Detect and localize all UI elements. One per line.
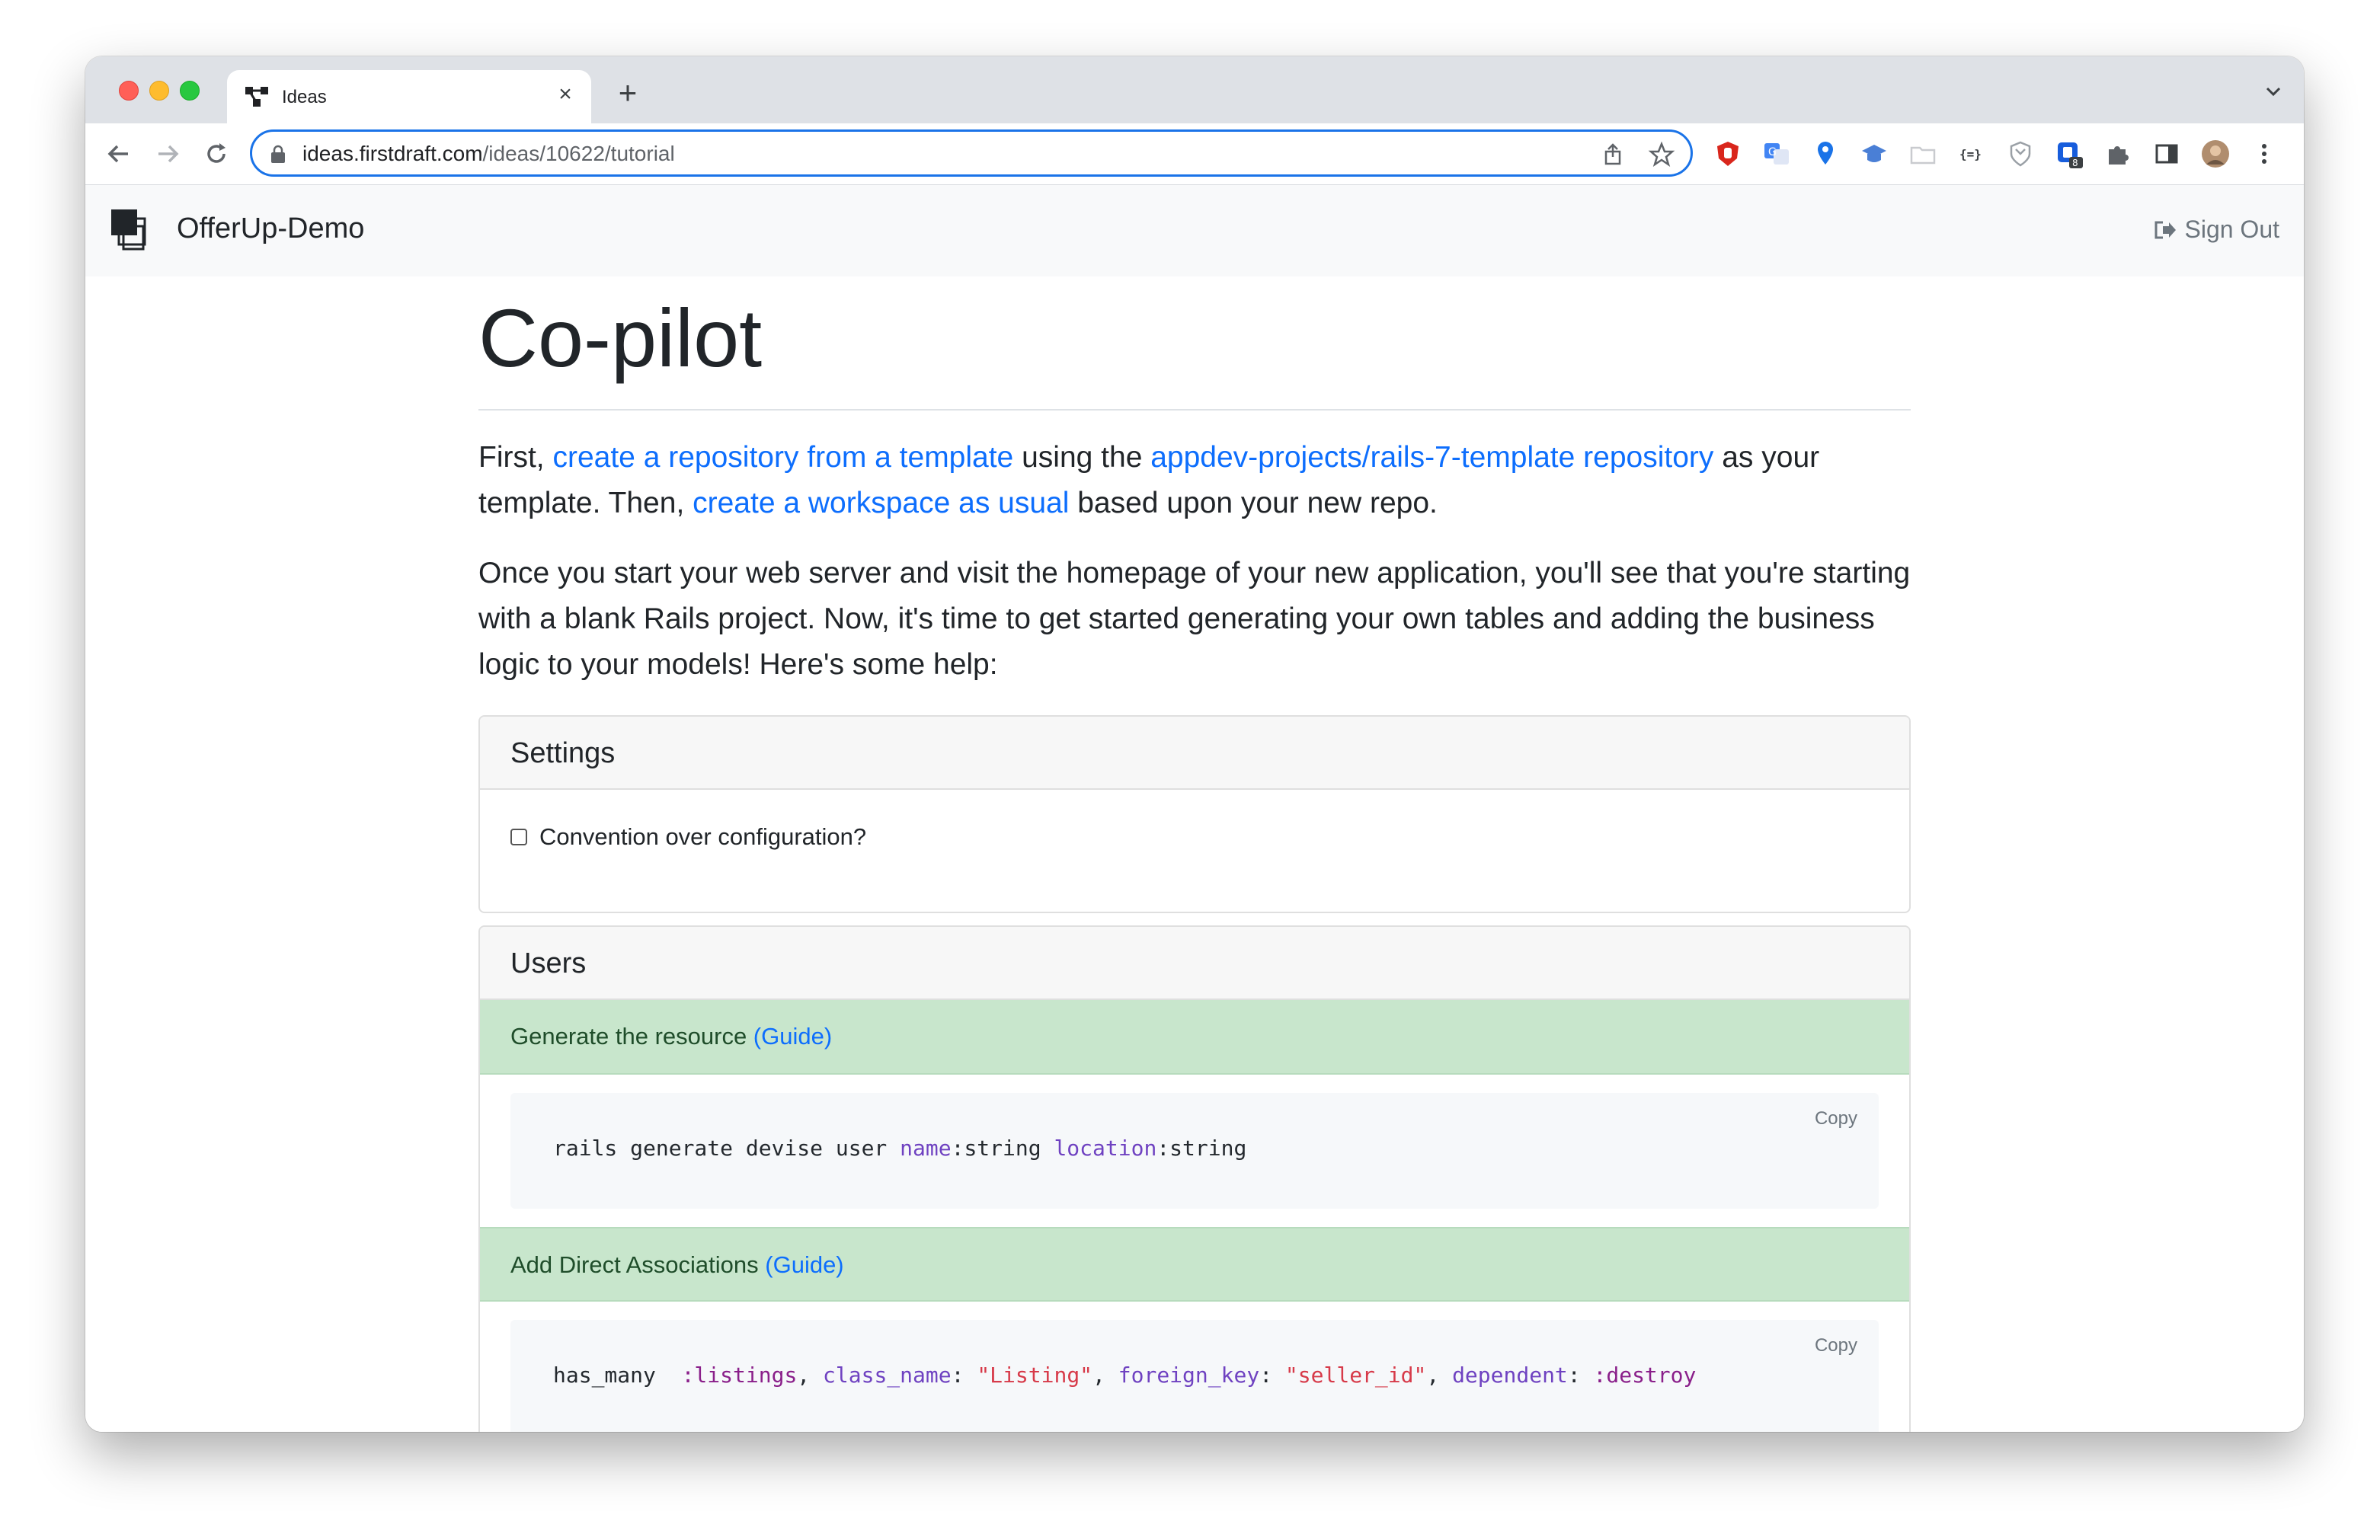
direct-associations-step: Add Direct Associations (Guide) (480, 1227, 1909, 1302)
firstdraft-logo-icon[interactable] (111, 209, 146, 254)
extension-graduation-cap-icon[interactable] (1859, 139, 1889, 169)
new-tab-button[interactable]: + (611, 77, 645, 111)
sign-out-icon (2154, 221, 2177, 239)
extension-json-braces-icon[interactable]: {=} (1956, 139, 1987, 169)
extension-location-pin-icon[interactable] (1810, 139, 1841, 169)
direct-associations-guide-link[interactable]: (Guide) (765, 1251, 843, 1278)
extension-badge: 8 (2072, 158, 2078, 168)
settings-card: Settings Convention over configuration? (478, 715, 1911, 913)
tab-close-icon[interactable]: × (552, 81, 579, 108)
tab-strip: Ideas × + (85, 56, 2304, 123)
associations-code: Copy has_many :listings, class_name: "Li… (510, 1320, 1879, 1432)
extension-shield-icon[interactable] (2005, 139, 2036, 169)
reload-button[interactable] (200, 137, 233, 171)
generate-command-code: Copy rails generate devise user name:str… (510, 1093, 1879, 1209)
convention-checkbox-label: Convention over configuration? (539, 823, 867, 850)
close-window-button[interactable] (119, 81, 139, 101)
extension-ublock-icon[interactable] (1713, 139, 1743, 169)
bookmark-star-icon[interactable] (1648, 141, 1675, 168)
tab-ideas[interactable]: Ideas × (227, 70, 591, 123)
copy-button[interactable]: Copy (1815, 1108, 1857, 1129)
extensions-puzzle-icon[interactable] (2103, 139, 2133, 169)
browser-toolbar: ideas.firstdraft.com/ideas/10622/tutoria… (85, 123, 2304, 185)
browser-menu-icon[interactable] (2249, 139, 2279, 169)
lock-icon[interactable] (269, 144, 287, 164)
page-title: Co-pilot (478, 276, 1911, 411)
convention-checkbox-row[interactable]: Convention over configuration? (510, 823, 866, 851)
web-page: OfferUp-Demo Sign Out Co-pilot First, cr… (85, 185, 2304, 1432)
forward-button[interactable] (151, 137, 184, 171)
minimize-window-button[interactable] (149, 81, 169, 101)
reload-icon (207, 143, 226, 163)
arrow-left-icon (107, 145, 128, 163)
ideas-favicon-icon (245, 87, 268, 107)
users-card: Users Generate the resource (Guide) Copy… (478, 925, 1911, 1432)
intro-paragraph: First, create a repository from a templa… (478, 441, 1820, 519)
generate-resource-guide-link[interactable]: (Guide) (753, 1023, 832, 1050)
extension-bitwarden-icon[interactable]: 8 (2054, 139, 2084, 169)
extension-folder-icon[interactable] (1908, 139, 1938, 169)
svg-text:{=}: {=} (1959, 147, 1982, 161)
tab-title: Ideas (282, 87, 327, 107)
url-text[interactable]: ideas.firstdraft.com/ideas/10622/tutoria… (302, 142, 675, 166)
generate-resource-step: Generate the resource (Guide) (480, 1000, 1909, 1075)
sign-out-link[interactable]: Sign Out (2154, 216, 2279, 244)
browser-window: Ideas × + ideas.firstdraft.com/ideas/106… (85, 56, 2304, 1432)
extension-translate-icon[interactable]: G (1761, 139, 1792, 169)
create-workspace-link[interactable]: create a workspace as usual (693, 487, 1069, 519)
site-navbar: OfferUp-Demo Sign Out (85, 185, 2304, 276)
settings-header: Settings (480, 717, 1909, 790)
chevron-down-icon[interactable] (2263, 81, 2284, 102)
main-content: Co-pilot First, create a repository from… (478, 276, 1911, 1432)
copy-button[interactable]: Copy (1815, 1335, 1857, 1356)
profile-avatar[interactable] (2200, 139, 2231, 169)
convention-checkbox[interactable] (510, 829, 527, 845)
svg-text:G: G (1768, 146, 1777, 158)
maximize-window-button[interactable] (180, 81, 200, 101)
users-header: Users (480, 927, 1909, 1000)
create-repository-link[interactable]: create a repository from a template (552, 441, 1013, 474)
instructions-paragraph: Once you start your web server and visit… (478, 557, 1911, 681)
address-bar[interactable]: ideas.firstdraft.com/ideas/10622/tutoria… (250, 129, 1693, 177)
share-icon[interactable] (1599, 141, 1627, 168)
back-button[interactable] (102, 137, 136, 171)
rails-template-repository-link[interactable]: appdev-projects/rails-7-template reposit… (1150, 441, 1713, 474)
brand-name[interactable]: OfferUp-Demo (177, 212, 364, 245)
side-panel-icon[interactable] (2151, 139, 2182, 169)
arrow-right-icon (158, 145, 179, 163)
